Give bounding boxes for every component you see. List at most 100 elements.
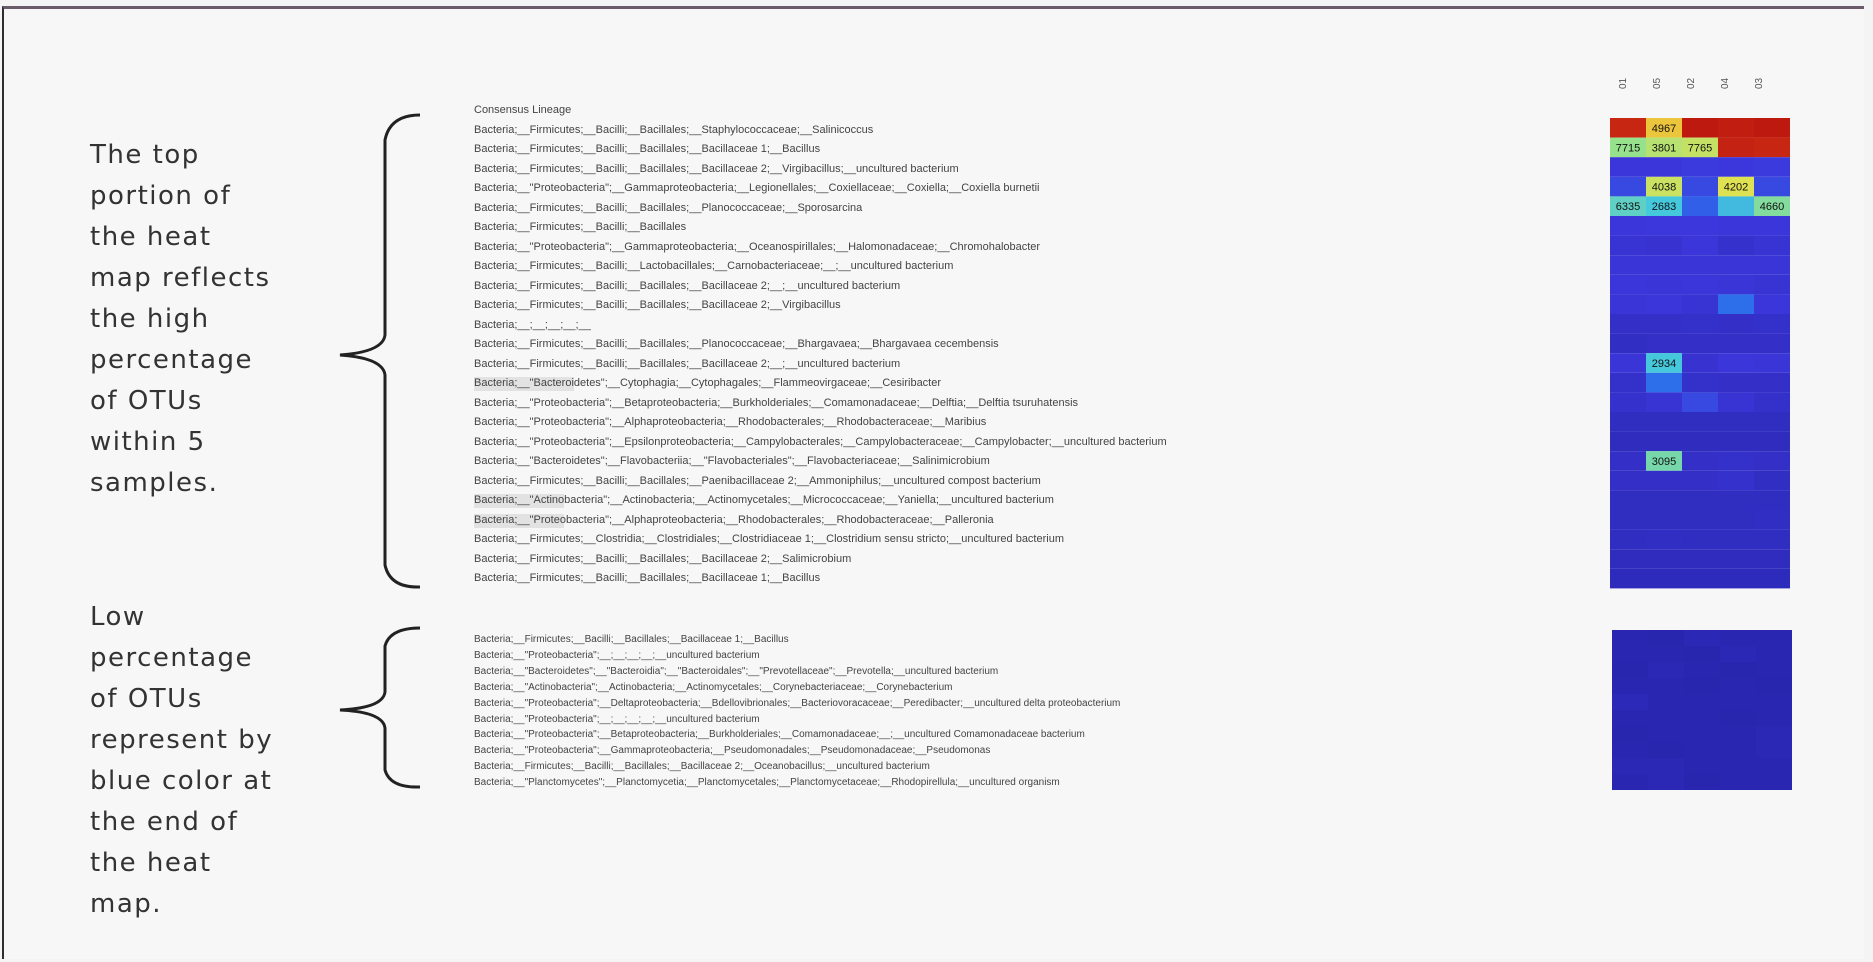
heatmap-low-cell xyxy=(1756,694,1792,710)
heatmap-cell xyxy=(1682,568,1718,589)
lineage-row: Bacteria;__;__;__;__;__ xyxy=(474,318,591,331)
heatmap-cell xyxy=(1754,353,1790,373)
low-lineage-row: Bacteria;__"Bacteroidetes";__"Bacteroidi… xyxy=(474,665,999,677)
heatmap-low-cell xyxy=(1684,726,1720,742)
heatmap-cell xyxy=(1754,568,1790,589)
heatmap-cell-label: 2934 xyxy=(1652,358,1676,370)
heatmap-cell xyxy=(1718,314,1754,334)
heatmap-cell xyxy=(1718,118,1754,138)
heatmap-cell-label: 4967 xyxy=(1652,123,1676,135)
heatmap-cell xyxy=(1754,529,1790,550)
annotation-line: represent by xyxy=(90,725,274,755)
heatmap-cell xyxy=(1682,549,1718,569)
heatmap-low-cell xyxy=(1612,758,1648,774)
heatmap-cell xyxy=(1718,294,1754,314)
heatmap-cell xyxy=(1754,431,1790,452)
heatmap-cell xyxy=(1610,216,1646,236)
heatmap-cell-label: 4202 xyxy=(1724,182,1748,194)
low-lineage-row: Bacteria;__"Proteobacteria";__;__;__;__;… xyxy=(474,649,760,661)
heatmap-cell xyxy=(1718,549,1754,569)
heatmap-low-cell xyxy=(1756,774,1792,790)
heatmap-low-cell xyxy=(1720,694,1756,710)
heatmap-cell xyxy=(1754,510,1790,530)
heatmap-cell xyxy=(1646,294,1682,314)
low-lineage-row: Bacteria;__"Proteobacteria";__;__;__;__;… xyxy=(474,713,760,725)
annotation-line: portion of xyxy=(90,181,232,211)
lineage-row: Bacteria;__Firmicutes;__Clostridia;__Clo… xyxy=(474,533,1064,545)
lineage-row: Bacteria;__"Proteobacteria";__Gammaprote… xyxy=(474,240,1041,253)
heatmap-cell xyxy=(1610,490,1646,510)
heatmap-cell xyxy=(1610,294,1646,314)
heatmap-low-cell xyxy=(1684,742,1720,758)
heatmap-low-cell xyxy=(1756,662,1792,678)
heatmap-cell xyxy=(1682,353,1718,373)
heatmap-low-cell xyxy=(1612,678,1648,694)
heatmap-cell xyxy=(1754,392,1790,412)
heatmap-cell xyxy=(1754,137,1790,158)
heatmap-cell xyxy=(1754,412,1790,432)
heatmap-low-cell xyxy=(1648,678,1684,694)
heatmap-low-cell xyxy=(1648,694,1684,710)
heatmap-low-cell xyxy=(1612,630,1648,646)
low-lineage-row: Bacteria;__"Proteobacteria";__Deltaprote… xyxy=(474,697,1121,709)
heatmap-cell xyxy=(1646,235,1682,256)
heatmap-cell xyxy=(1646,568,1682,589)
heatmap-low-cell xyxy=(1612,646,1648,662)
heatmap-cell xyxy=(1718,372,1754,393)
heatmap-low-cell xyxy=(1720,774,1756,790)
heatmap-cell xyxy=(1646,274,1682,295)
heatmap-cell xyxy=(1718,196,1754,216)
heatmap-cell xyxy=(1646,255,1682,275)
heatmap-low-cell xyxy=(1684,774,1720,790)
annotation-line: the heat xyxy=(90,222,212,252)
heatmap-low-cell xyxy=(1720,662,1756,678)
heatmap-cell xyxy=(1682,274,1718,295)
top-annotation: The top portion of the heat map reflects the… xyxy=(90,135,271,504)
heatmap-cell xyxy=(1754,333,1790,354)
lineage-row: Bacteria;__Firmicutes;__Bacilli;__Bacill… xyxy=(474,279,901,292)
heatmap-cell xyxy=(1610,353,1646,373)
heatmap-cell xyxy=(1754,176,1790,197)
lineage-row: Bacteria;__Firmicutes;__Bacilli;__Bacill… xyxy=(474,572,821,584)
column-label: 01 xyxy=(1618,77,1629,89)
heatmap-cell xyxy=(1646,529,1682,550)
lineage-row: Bacteria;__Firmicutes;__Bacilli;__Bacill… xyxy=(474,123,874,136)
heatmap-cell-label: 3801 xyxy=(1652,142,1676,154)
annotation-line: of OTUs xyxy=(90,386,203,416)
annotation-line: the heat xyxy=(90,848,212,878)
annotation-line: percentage xyxy=(90,345,254,375)
lineage-row: Bacteria;__Firmicutes;__Bacilli;__Bacill… xyxy=(474,299,841,311)
heatmap-low-cell xyxy=(1720,646,1756,662)
heatmap-cell xyxy=(1646,372,1682,393)
heatmap-cell xyxy=(1610,235,1646,256)
heatmap-cell xyxy=(1754,255,1790,275)
lineage-row: Bacteria;__Firmicutes;__Bacilli;__Bacill… xyxy=(474,552,852,565)
lineage-row: Bacteria;__Firmicutes;__Bacilli;__Bacill… xyxy=(474,201,863,214)
annotation-line: of OTUs xyxy=(90,684,203,714)
low-annotation: Low percentage of OTUs represent by blue col… xyxy=(90,597,273,925)
annotation-line: blue color at xyxy=(90,766,273,796)
heatmap-low-cell xyxy=(1720,630,1756,646)
heatmap-cell xyxy=(1754,314,1790,334)
heatmap-low-cell xyxy=(1648,710,1684,726)
heatmap-cell-label: 7715 xyxy=(1616,142,1640,154)
heatmap-cell xyxy=(1754,451,1790,471)
heatmap-cell xyxy=(1718,470,1754,491)
heatmap-low-cell xyxy=(1720,726,1756,742)
heatmap-low-cell xyxy=(1756,742,1792,758)
heatmap-cell xyxy=(1754,235,1790,256)
heatmap-cell xyxy=(1646,470,1682,491)
heatmap-cell xyxy=(1682,196,1718,216)
heatmap-cell xyxy=(1646,412,1682,432)
heatmap-cell xyxy=(1610,255,1646,275)
heatmap-cell xyxy=(1682,294,1718,314)
heatmap-low-cell xyxy=(1756,630,1792,646)
heatmap-cell xyxy=(1718,510,1754,530)
heatmap-cell xyxy=(1718,137,1754,158)
heatmap-low-cell xyxy=(1612,726,1648,742)
heatmap-cell xyxy=(1682,470,1718,491)
heatmap-cell xyxy=(1646,157,1682,177)
heatmap-low-cell xyxy=(1684,646,1720,662)
heatmap-low-cell xyxy=(1648,646,1684,662)
low-lineage-row: Bacteria;__Firmicutes;__Bacilli;__Bacill… xyxy=(474,761,930,773)
